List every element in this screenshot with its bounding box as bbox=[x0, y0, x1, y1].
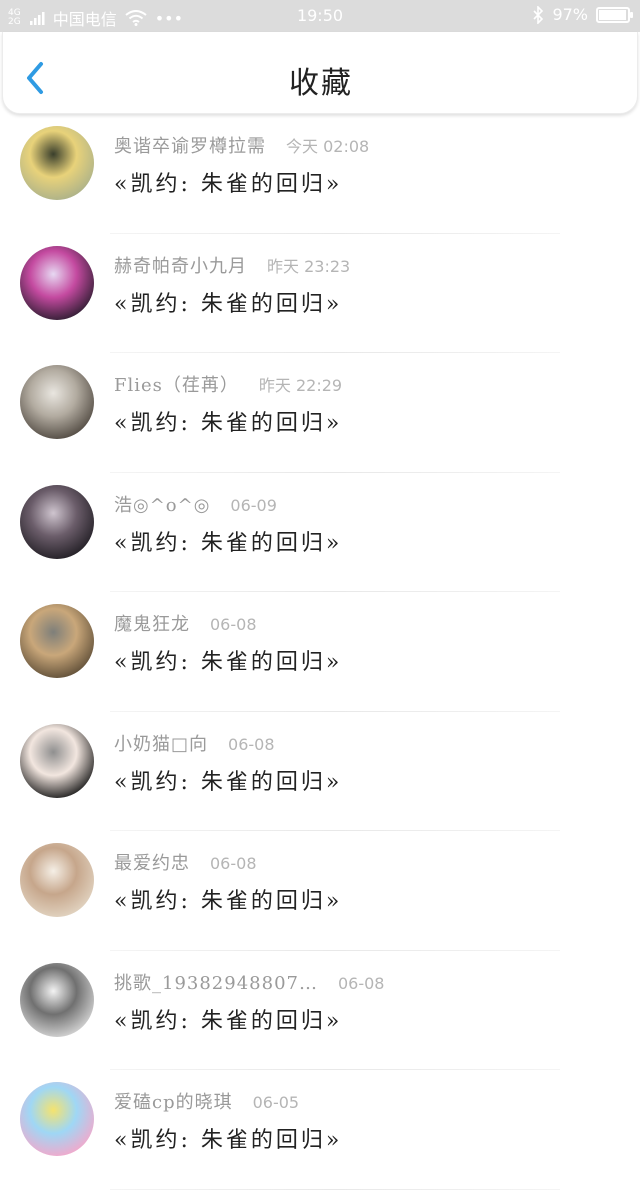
favorite-item[interactable]: 赫奇帕奇小九月 昨天 23:23 «凯约: 朱雀的回归» bbox=[0, 234, 640, 353]
user-name[interactable]: 魔鬼狂龙 bbox=[114, 610, 190, 636]
page-title: 收藏 bbox=[289, 66, 353, 101]
book-title[interactable]: «凯约: 朱雀的回归» bbox=[114, 1122, 342, 1154]
bluetooth-icon bbox=[533, 5, 544, 24]
favorite-item[interactable]: 挑歌_19382948807… 06-08 «凯约: 朱雀的回归» bbox=[0, 951, 640, 1070]
item-meta: 最爱约忠 06-08 bbox=[114, 849, 257, 875]
book-title[interactable]: «凯约: 朱雀的回归» bbox=[114, 525, 342, 557]
book-title[interactable]: «凯约: 朱雀的回归» bbox=[114, 644, 342, 676]
favorite-time: 06-08 bbox=[228, 734, 275, 754]
item-meta: 小奶猫□向 06-08 bbox=[114, 730, 275, 756]
favorite-item[interactable]: 最爱约忠 06-08 «凯约: 朱雀的回归» bbox=[0, 831, 640, 951]
avatar[interactable] bbox=[20, 126, 94, 200]
favorites-list: 奥谐卒谕罗樽拉需 今天 02:08 «凯约: 朱雀的回归» 赫奇帕奇小九月 昨天 23:… bbox=[0, 114, 640, 1190]
user-name[interactable]: 浩◎^o^◎ bbox=[114, 491, 210, 517]
battery-percent: 97% bbox=[552, 5, 588, 24]
item-meta: 挑歌_19382948807… 06-08 bbox=[114, 969, 384, 995]
favorite-item[interactable]: 魔鬼狂龙 06-08 «凯约: 朱雀的回归» bbox=[0, 592, 640, 712]
avatar[interactable] bbox=[20, 604, 94, 678]
item-meta: Flies（荏苒） 昨天 22:29 bbox=[114, 371, 342, 397]
user-name[interactable]: 爱磕cp的晓琪 bbox=[114, 1088, 233, 1114]
avatar[interactable] bbox=[20, 723, 94, 798]
favorite-time: 今天 02:08 bbox=[286, 137, 370, 156]
user-name[interactable]: 小奶猫□向 bbox=[114, 730, 208, 756]
favorite-time: 06-08 bbox=[337, 973, 385, 993]
avatar[interactable] bbox=[20, 962, 94, 1037]
nav-header: 收藏 bbox=[2, 32, 638, 114]
favorite-time: 06-05 bbox=[252, 1093, 300, 1112]
item-meta: 赫奇帕奇小九月 昨天 23:23 bbox=[114, 252, 350, 278]
favorite-item[interactable]: 奥谐卒谕罗樽拉需 今天 02:08 «凯约: 朱雀的回归» bbox=[0, 114, 640, 234]
favorite-item[interactable]: Flies（荏苒） 昨天 22:29 «凯约: 朱雀的回归» bbox=[0, 353, 640, 473]
book-title[interactable]: «凯约: 朱雀的回归» bbox=[114, 1003, 342, 1035]
favorite-time: 昨天 22:29 bbox=[258, 376, 343, 395]
book-title[interactable]: «凯约: 朱雀的回归» bbox=[114, 286, 342, 318]
user-name[interactable]: 赫奇帕奇小九月 bbox=[114, 252, 247, 278]
item-meta: 魔鬼狂龙 06-08 bbox=[114, 610, 257, 636]
avatar[interactable] bbox=[20, 365, 94, 439]
battery-icon bbox=[596, 6, 633, 23]
divider bbox=[110, 1188, 560, 1190]
favorite-time: 06-09 bbox=[230, 495, 277, 515]
status-right: 97% bbox=[532, 5, 633, 24]
favorite-time: 06-08 bbox=[210, 615, 257, 634]
user-name[interactable]: 奥谐卒谕罗樽拉需 bbox=[114, 132, 266, 158]
book-title[interactable]: «凯约: 朱雀的回归» bbox=[114, 166, 342, 198]
user-name[interactable]: 挑歌_19382948807… bbox=[114, 969, 318, 995]
favorite-item[interactable]: 爱磕cp的晓琪 06-05 «凯约: 朱雀的回归» bbox=[0, 1070, 640, 1190]
battery-fill bbox=[599, 9, 627, 20]
item-meta: 浩◎^o^◎ 06-09 bbox=[114, 491, 277, 517]
item-meta: 爱磕cp的晓琪 06-05 bbox=[114, 1088, 299, 1114]
status-bar: 4G 2G 中国电信 ••• 19:50 97% bbox=[0, 0, 640, 32]
avatar[interactable] bbox=[20, 484, 94, 559]
favorite-time: 昨天 23:23 bbox=[267, 256, 351, 276]
book-title[interactable]: «凯约: 朱雀的回归» bbox=[114, 883, 342, 915]
avatar[interactable] bbox=[20, 1082, 94, 1156]
avatar[interactable] bbox=[20, 245, 94, 320]
book-title[interactable]: «凯约: 朱雀的回归» bbox=[114, 764, 342, 796]
user-name[interactable]: Flies（荏苒） bbox=[114, 371, 239, 397]
book-title[interactable]: «凯约: 朱雀的回归» bbox=[114, 405, 342, 437]
item-meta: 奥谐卒谕罗樽拉需 今天 02:08 bbox=[114, 132, 369, 158]
favorite-time: 06-08 bbox=[210, 854, 257, 873]
favorite-item[interactable]: 浩◎^o^◎ 06-09 «凯约: 朱雀的回归» bbox=[0, 473, 640, 592]
user-name[interactable]: 最爱约忠 bbox=[114, 849, 190, 875]
avatar[interactable] bbox=[20, 843, 94, 917]
favorite-item[interactable]: 小奶猫□向 06-08 «凯约: 朱雀的回归» bbox=[0, 712, 640, 831]
